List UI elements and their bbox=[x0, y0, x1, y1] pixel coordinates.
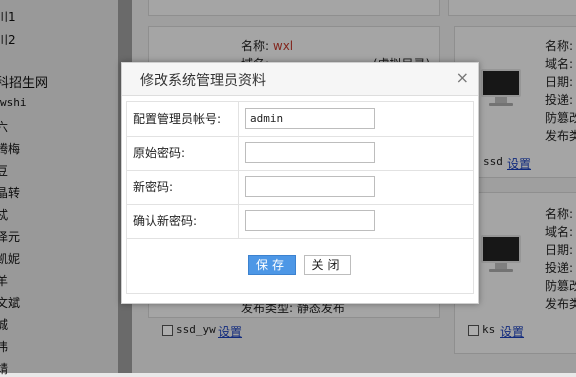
admin-form: 配置管理员帐号: 原始密码: 新密码: 确认新密码: bbox=[126, 101, 474, 294]
save-button[interactable]: 保存 bbox=[248, 255, 296, 275]
new-password-label: 新密码: bbox=[127, 170, 239, 204]
old-password-input[interactable] bbox=[245, 142, 375, 163]
form-row-confirm-password: 确认新密码: bbox=[127, 204, 473, 239]
confirm-password-input[interactable] bbox=[245, 210, 375, 231]
close-button[interactable]: 关闭 bbox=[304, 255, 351, 275]
form-row-new-password: 新密码: bbox=[127, 170, 473, 205]
form-row-account: 配置管理员帐号: bbox=[127, 102, 473, 137]
account-input[interactable] bbox=[245, 108, 375, 129]
close-icon[interactable]: × bbox=[456, 69, 469, 87]
confirm-password-label: 确认新密码: bbox=[127, 204, 239, 238]
dialog-header: 修改系统管理员资料 × bbox=[122, 63, 478, 96]
old-password-label: 原始密码: bbox=[127, 136, 239, 170]
new-password-input[interactable] bbox=[245, 176, 375, 197]
account-label: 配置管理员帐号: bbox=[127, 102, 239, 136]
form-row-old-password: 原始密码: bbox=[127, 136, 473, 171]
dialog-title: 修改系统管理员资料 bbox=[140, 73, 266, 89]
admin-profile-dialog: 修改系统管理员资料 × 配置管理员帐号: 原始密码: 新密码: 确认新密码: 保… bbox=[121, 62, 479, 304]
